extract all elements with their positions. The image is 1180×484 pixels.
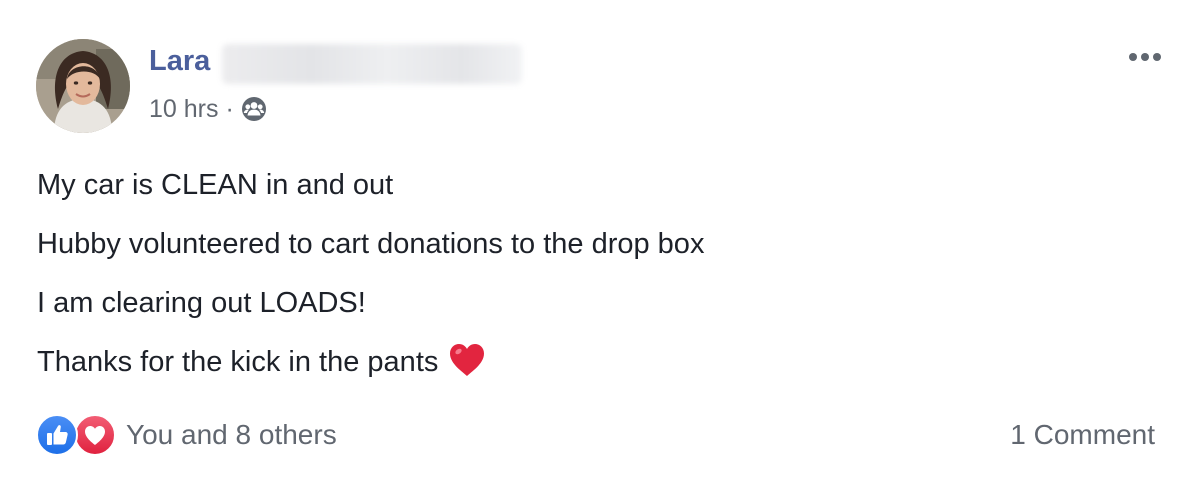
avatar-photo xyxy=(36,39,130,133)
meta-separator: · xyxy=(225,94,234,123)
post-line-text: Thanks for the kick in the pants xyxy=(37,346,439,378)
like-icon[interactable] xyxy=(36,414,78,456)
feed-post: Lara 10 hrs · My car is CLEAN in and out… xyxy=(0,0,1180,484)
redacted-surname xyxy=(222,44,522,84)
post-timestamp[interactable]: 10 hrs xyxy=(149,95,218,124)
reactions-bar[interactable]: You and 8 others xyxy=(36,414,337,456)
author-name[interactable]: Lara xyxy=(149,45,210,78)
ellipsis-icon[interactable] xyxy=(1124,44,1166,70)
post-line: My car is CLEAN in and out xyxy=(37,169,394,201)
love-icon[interactable] xyxy=(74,414,116,456)
post-line-last: Thanks for the kick in the pants xyxy=(37,333,1137,392)
post-meta: 10 hrs · xyxy=(149,94,267,124)
post-body: My car is CLEAN in and out Hubby volunte… xyxy=(37,156,1137,392)
reaction-summary[interactable]: You and 8 others xyxy=(126,419,337,451)
friends-group-icon[interactable] xyxy=(241,96,267,122)
author-avatar[interactable] xyxy=(36,39,130,133)
post-line: I am clearing out LOADS! xyxy=(37,287,366,319)
post-line: Hubby volunteered to cart donations to t… xyxy=(37,228,705,260)
red-heart-icon xyxy=(448,340,486,376)
comments-count-link[interactable]: 1 Comment xyxy=(1010,419,1155,451)
